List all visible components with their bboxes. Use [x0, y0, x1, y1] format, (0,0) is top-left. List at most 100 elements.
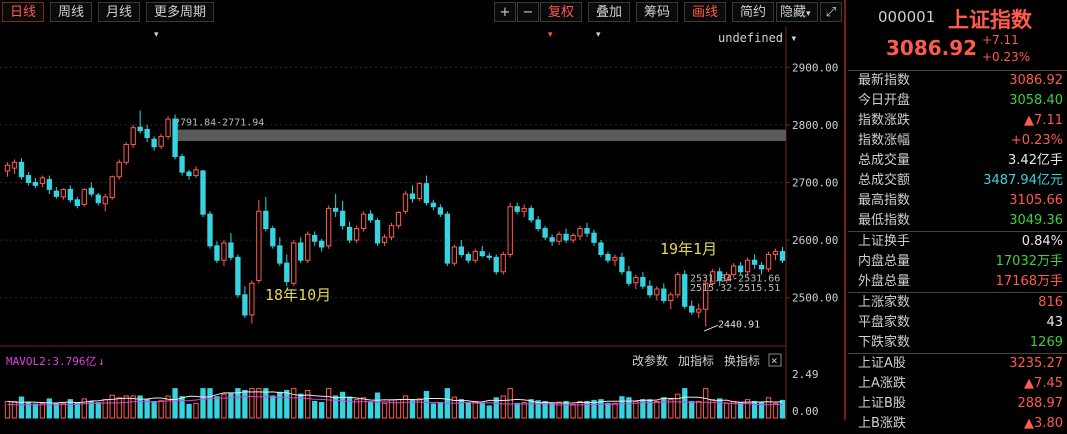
- volume-bar: [186, 403, 192, 419]
- candle-body: [284, 262, 290, 283]
- overlay-label: 叠加: [596, 5, 623, 20]
- volume-bar: [130, 395, 136, 419]
- band-label: 2791.84-2771.94: [174, 118, 264, 129]
- candle-body: [144, 128, 150, 139]
- maximize-button[interactable]: ⤢: [820, 2, 842, 22]
- quote-row: 指数涨幅 +0.23%: [848, 131, 1067, 151]
- volume-tick-label: 0.00: [792, 405, 819, 418]
- candle-body: [423, 183, 430, 204]
- volume-bar: [158, 400, 164, 419]
- indicator-button[interactable]: 改参数: [632, 353, 668, 368]
- candle-body: [633, 277, 639, 284]
- candle-body: [305, 233, 311, 261]
- resistance-band: [174, 129, 786, 142]
- volume-bar: [144, 399, 150, 419]
- candle-body: [779, 251, 786, 261]
- volume-bar: [228, 392, 234, 419]
- quote-row-number: ▲7.45: [1024, 376, 1063, 391]
- candle-body: [493, 256, 499, 273]
- volume-bar: [256, 388, 262, 419]
- quote-row-label: 指数涨跌: [858, 113, 911, 128]
- quote-row-value: +0.23%: [1011, 131, 1063, 151]
- quote-row: 今日开盘 3058.40: [848, 91, 1067, 111]
- candle-body: [11, 161, 18, 169]
- volume-bar: [39, 402, 46, 419]
- candle-body: [542, 228, 548, 238]
- volume-bar: [633, 400, 639, 419]
- volume-bar: [612, 402, 618, 419]
- hide-button[interactable]: 隐藏▾: [776, 2, 818, 22]
- volume-bar: [374, 392, 381, 419]
- overlay-button[interactable]: 叠加 ▾: [588, 2, 630, 40]
- indicator-button[interactable]: 加指标: [678, 353, 714, 368]
- volume-bar: [779, 399, 786, 419]
- quote-row-label: 上证换手: [858, 234, 911, 249]
- adjust-label: 复权: [548, 5, 575, 20]
- quote-row: 上A涨跌 ▲7.45: [848, 374, 1067, 394]
- quote-row: 指数涨跌 ▲7.11: [848, 111, 1067, 131]
- quote-row-number: 3235.27: [1009, 356, 1063, 371]
- volume-bar: [723, 402, 730, 419]
- set-ma-button[interactable]: undefined ▾: [718, 31, 797, 45]
- candle-body: [214, 245, 220, 261]
- quote-row-number: ▲7.11: [1024, 113, 1063, 128]
- quote-row: 上证B股 288.97: [848, 394, 1067, 414]
- candle-body: [326, 207, 332, 247]
- candle-body: [291, 242, 297, 284]
- volume-bar: [703, 388, 709, 419]
- candle-body: [521, 207, 527, 212]
- quote-row-label: 上B涨跌: [858, 416, 906, 431]
- quote-row-value: 3086.92: [1009, 71, 1063, 91]
- volume-bar: [263, 388, 269, 419]
- candle-body: [228, 242, 234, 258]
- kline-chart[interactable]: 2900.00 2800.00 2700.00 2600.00 2500.00 undef…: [0, 26, 844, 420]
- candle-body: [32, 181, 39, 186]
- simple-button[interactable]: 简约: [732, 2, 775, 22]
- zoom-out-button[interactable]: −: [517, 2, 539, 22]
- draw-line-button[interactable]: 画线: [684, 2, 727, 22]
- tab-monthly[interactable]: 月线: [98, 2, 141, 22]
- candle-body: [39, 177, 46, 185]
- volume-bar: [689, 400, 695, 419]
- quote-row-label: 最低指数: [858, 213, 911, 228]
- volume-bar: [472, 400, 478, 419]
- tab-more-periods[interactable]: 更多周期 ▾: [146, 2, 214, 40]
- quote-row-value: ▲7.11: [1024, 111, 1063, 131]
- candle-body: [661, 288, 667, 302]
- candle-body: [402, 193, 409, 212]
- tab-weekly[interactable]: 周线: [50, 2, 93, 22]
- volume-bar: [53, 402, 60, 419]
- volume-bar: [102, 399, 108, 419]
- quote-row-value: 3487.94亿元: [983, 171, 1063, 191]
- chips-button[interactable]: 筹码: [636, 2, 679, 22]
- candle-body: [4, 164, 11, 172]
- candle-body: [186, 171, 192, 177]
- volume-bar: [654, 400, 660, 419]
- quote-row-label: 上证A股: [858, 356, 906, 371]
- quote-row-label: 指数涨幅: [858, 133, 911, 148]
- candle-body: [298, 242, 304, 261]
- quote-row: 下跌家数 1269: [848, 333, 1067, 353]
- volume-bar: [500, 395, 506, 419]
- candle-body: [472, 251, 478, 261]
- mavol-label: MAVOL2:3.796亿: [6, 355, 96, 368]
- tab-daily[interactable]: 日线: [2, 2, 45, 22]
- indicator-button[interactable]: 换指标: [724, 353, 760, 368]
- candle-body: [437, 207, 444, 215]
- candle-body: [549, 237, 555, 242]
- volume-bar: [249, 388, 255, 419]
- volume-bar: [74, 402, 80, 419]
- candle-body: [751, 259, 758, 265]
- candle-body: [647, 285, 653, 296]
- volume-bar: [423, 391, 430, 419]
- quote-row: 外盘总量 17168万手: [848, 272, 1067, 292]
- volume-bar: [200, 388, 206, 419]
- adjust-button[interactable]: 复权 ▾: [540, 2, 582, 40]
- volume-bar: [528, 399, 534, 419]
- candle-body: [109, 176, 115, 198]
- quote-row-value: ▲3.80: [1024, 414, 1063, 434]
- zoom-in-button[interactable]: +: [494, 2, 516, 22]
- candle-body: [444, 213, 451, 264]
- volume-bar: [151, 400, 157, 419]
- candle-body: [381, 236, 388, 243]
